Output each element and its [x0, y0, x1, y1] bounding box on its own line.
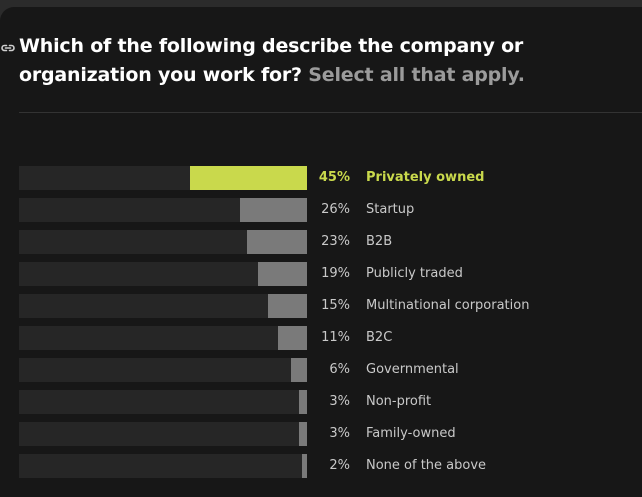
bar-category-label: None of the above — [366, 458, 487, 473]
question-subtitle: Select all that apply. — [308, 64, 525, 86]
bar-category-label: Family-owned — [366, 426, 456, 441]
bar-category-label: Privately owned — [366, 170, 485, 185]
bar-track — [19, 230, 307, 254]
bar-value-label: 23% — [321, 234, 350, 249]
link-icon[interactable] — [0, 40, 16, 56]
bar-row: 3% Family-owned — [0, 422, 642, 446]
bar-value-label: 19% — [321, 266, 350, 281]
question-heading: Which of the following describe the comp… — [19, 32, 642, 90]
bar-value-label: 6% — [329, 362, 350, 377]
bar-track — [19, 358, 307, 382]
bar-track — [19, 166, 307, 190]
bar-category-label: Non-profit — [366, 394, 432, 409]
bar-track — [19, 422, 307, 446]
bar-value-label: 45% — [318, 170, 350, 185]
divider — [19, 112, 642, 113]
bar-value-label: 3% — [329, 426, 350, 441]
bar-value-label: 11% — [321, 330, 350, 345]
bar-value-label: 2% — [329, 458, 350, 473]
bar — [247, 230, 307, 254]
bar-category-label: Publicly traded — [366, 266, 463, 281]
bar-track — [19, 294, 307, 318]
bar-row: 3% Non-profit — [0, 390, 642, 414]
bar-track — [19, 326, 307, 350]
bar-row: 19% Publicly traded — [0, 262, 642, 286]
bar-value-label: 15% — [321, 298, 350, 313]
bar-category-label: Governmental — [366, 362, 459, 377]
bar-row: 15% Multinational corporation — [0, 294, 642, 318]
bar-row: 6% Governmental — [0, 358, 642, 382]
bar — [190, 166, 307, 190]
bar-track — [19, 454, 307, 478]
bar-row: 26% Startup — [0, 198, 642, 222]
bar — [240, 198, 307, 222]
bar-row: 11% B2C — [0, 326, 642, 350]
bar-row: 2% None of the above — [0, 454, 642, 478]
bar-track — [19, 262, 307, 286]
bar-track — [19, 198, 307, 222]
bar-row: 23% B2B — [0, 230, 642, 254]
survey-result-card: Which of the following describe the comp… — [0, 7, 642, 497]
bar-track — [19, 390, 307, 414]
bar-category-label: B2B — [366, 234, 393, 249]
bar-row: 45% Privately owned — [0, 166, 642, 190]
bar-value-label: 3% — [329, 394, 350, 409]
bar-category-label: Multinational corporation — [366, 298, 530, 313]
bar-value-label: 26% — [321, 202, 350, 217]
bar-category-label: B2C — [366, 330, 393, 345]
bar-category-label: Startup — [366, 202, 415, 217]
